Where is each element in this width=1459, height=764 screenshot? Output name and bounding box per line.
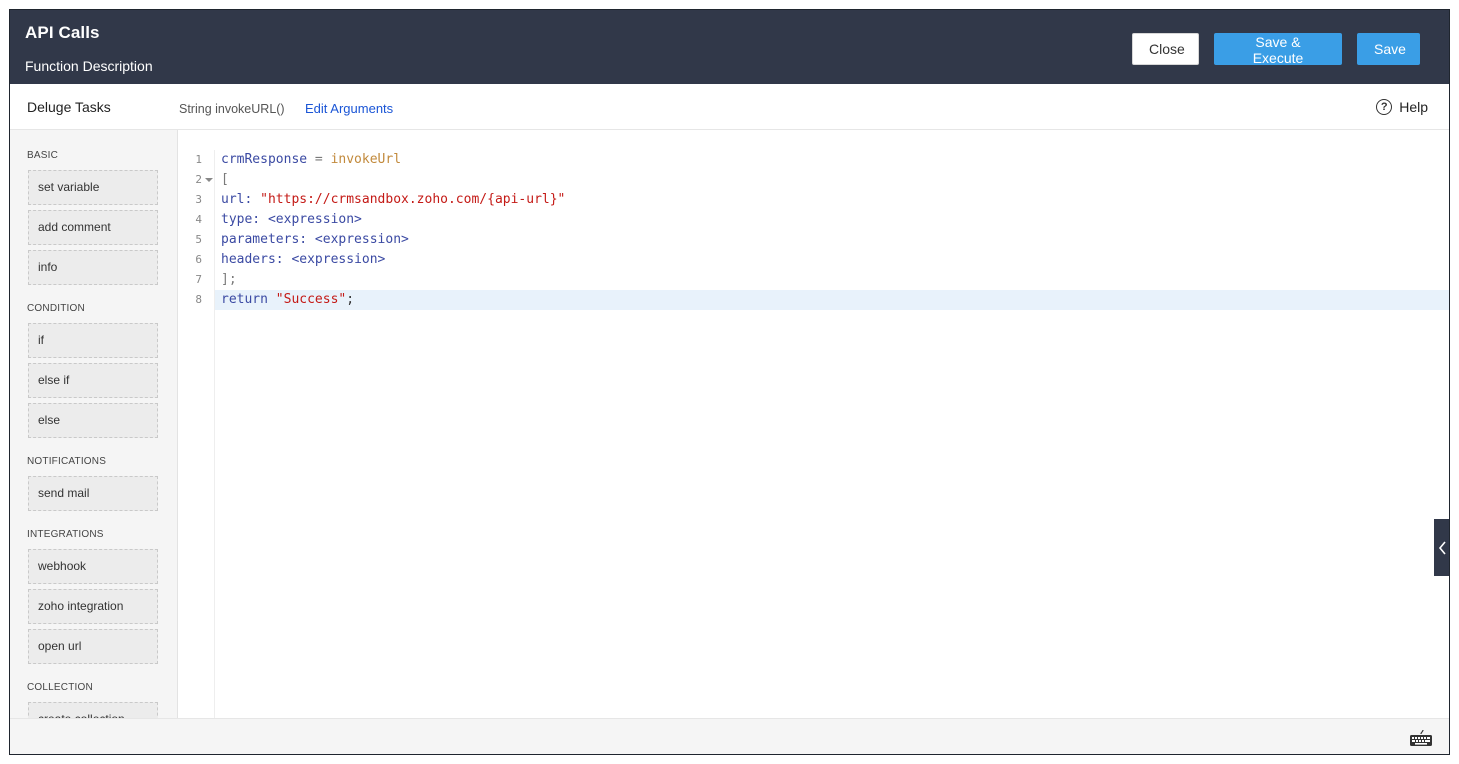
question-circle-icon: ? <box>1376 99 1393 115</box>
task-add-comment[interactable]: add comment <box>28 210 158 245</box>
line-number: 8 <box>178 290 214 310</box>
line-number-text: 6 <box>195 253 202 266</box>
line-number-text: 7 <box>195 273 202 286</box>
code-line[interactable]: return "Success"; <box>215 290 1449 310</box>
sidebar-section-items: if else if else <box>10 323 177 438</box>
task-send-mail[interactable]: send mail <box>28 476 158 511</box>
code-token: <expression> <box>314 232 409 247</box>
line-number: 1 <box>178 150 214 170</box>
task-open-url[interactable]: open url <box>28 629 158 664</box>
function-editor-window: API Calls Function Description Close Sav… <box>9 9 1450 755</box>
function-description[interactable]: Function Description <box>25 58 153 74</box>
code-editor[interactable]: 1 2 3 4 5 6 7 8 crmResponse = invokeUrl [ url: "h… <box>178 130 1449 718</box>
save-button[interactable]: Save <box>1357 33 1420 65</box>
keyboard-icon[interactable] <box>1409 729 1433 747</box>
code-token: crmResponse <box>221 152 308 167</box>
editor-toolbar: Deluge Tasks String invokeURL() Edit Arg… <box>10 84 1449 130</box>
line-number: 6 <box>178 250 214 270</box>
line-number-text: 5 <box>195 233 202 246</box>
code-token: <expression> <box>267 212 362 227</box>
sidebar-section-title: BASIC <box>27 150 59 161</box>
code-token: headers: <box>221 252 292 267</box>
line-number-gutter: 1 2 3 4 5 6 7 8 <box>178 150 215 718</box>
header-bar: API Calls Function Description Close Sav… <box>10 10 1449 84</box>
sidebar-section-items: create collection <box>10 702 177 718</box>
collapse-panel-button[interactable] <box>1434 519 1449 576</box>
code-token: = <box>307 152 331 167</box>
code-token: url: <box>221 192 261 207</box>
code-token: ]; <box>221 272 237 287</box>
function-signature: String invokeURL() <box>179 102 285 116</box>
code-line[interactable]: crmResponse = invokeUrl <box>215 150 1449 170</box>
line-number-text: 1 <box>195 153 202 166</box>
code-line[interactable]: headers: <expression> <box>215 250 1449 270</box>
code-token: type: <box>221 212 268 227</box>
line-number: 5 <box>178 230 214 250</box>
sidebar-section-items: webhook zoho integration open url <box>10 549 177 664</box>
help-button[interactable]: ? Help <box>1376 99 1428 115</box>
task-zoho-integration[interactable]: zoho integration <box>28 589 158 624</box>
deluge-tasks-sidebar[interactable]: BASIC set variable add comment info CONDITIO… <box>10 130 178 718</box>
edit-arguments-link[interactable]: Edit Arguments <box>305 101 393 116</box>
code-token: ; <box>346 292 355 307</box>
task-if[interactable]: if <box>28 323 158 358</box>
code-line[interactable]: parameters: <expression> <box>215 230 1449 250</box>
page-title: API Calls <box>25 23 100 42</box>
sidebar-section-title: NOTIFICATIONS <box>27 456 107 467</box>
code-line[interactable]: type: <expression> <box>215 210 1449 230</box>
line-number: 7 <box>178 270 214 290</box>
save-and-execute-button[interactable]: Save & Execute <box>1214 33 1342 66</box>
line-number-text: 4 <box>195 213 202 226</box>
code-token: <expression> <box>291 252 386 267</box>
sidebar-section-items: send mail <box>10 476 177 511</box>
task-else[interactable]: else <box>28 403 158 438</box>
task-create-collection[interactable]: create collection <box>28 702 158 718</box>
chevron-left-icon <box>1438 540 1446 555</box>
line-number-text: 8 <box>195 293 202 306</box>
task-info[interactable]: info <box>28 250 158 285</box>
code-line[interactable]: url: "https://crmsandbox.zoho.com/{api-u… <box>215 190 1449 210</box>
line-number: 4 <box>178 210 214 230</box>
code-line[interactable]: [ <box>215 170 1449 190</box>
header-actions: Close Save & Execute Save <box>1132 33 1420 66</box>
code-token: "Success" <box>275 292 347 307</box>
task-webhook[interactable]: webhook <box>28 549 158 584</box>
line-number: 2 <box>178 170 214 190</box>
sidebar-section-items: set variable add comment info <box>10 170 177 285</box>
code-token: return <box>221 292 276 307</box>
code-token: "https://crmsandbox.zoho.com/{api-url}" <box>260 192 566 207</box>
line-number-text: 2 <box>195 173 202 186</box>
fold-arrow-icon[interactable] <box>205 178 213 182</box>
sidebar-section-title: COLLECTION <box>27 682 93 693</box>
code-token: [ <box>221 172 229 187</box>
editor-status-bar <box>10 718 1449 754</box>
code-line[interactable]: ]; <box>215 270 1449 290</box>
close-button[interactable]: Close <box>1132 33 1199 65</box>
help-label: Help <box>1399 99 1428 115</box>
line-number-text: 3 <box>195 193 202 206</box>
code-token: invokeUrl <box>330 152 402 167</box>
task-set-variable[interactable]: set variable <box>28 170 158 205</box>
task-else-if[interactable]: else if <box>28 363 158 398</box>
line-number: 3 <box>178 190 214 210</box>
deluge-tasks-title: Deluge Tasks <box>27 99 111 115</box>
code-area[interactable]: crmResponse = invokeUrl [ url: "https://cr… <box>215 150 1449 718</box>
sidebar-section-title: INTEGRATIONS <box>27 529 104 540</box>
code-token: parameters: <box>221 232 315 247</box>
sidebar-section-title: CONDITION <box>27 303 85 314</box>
